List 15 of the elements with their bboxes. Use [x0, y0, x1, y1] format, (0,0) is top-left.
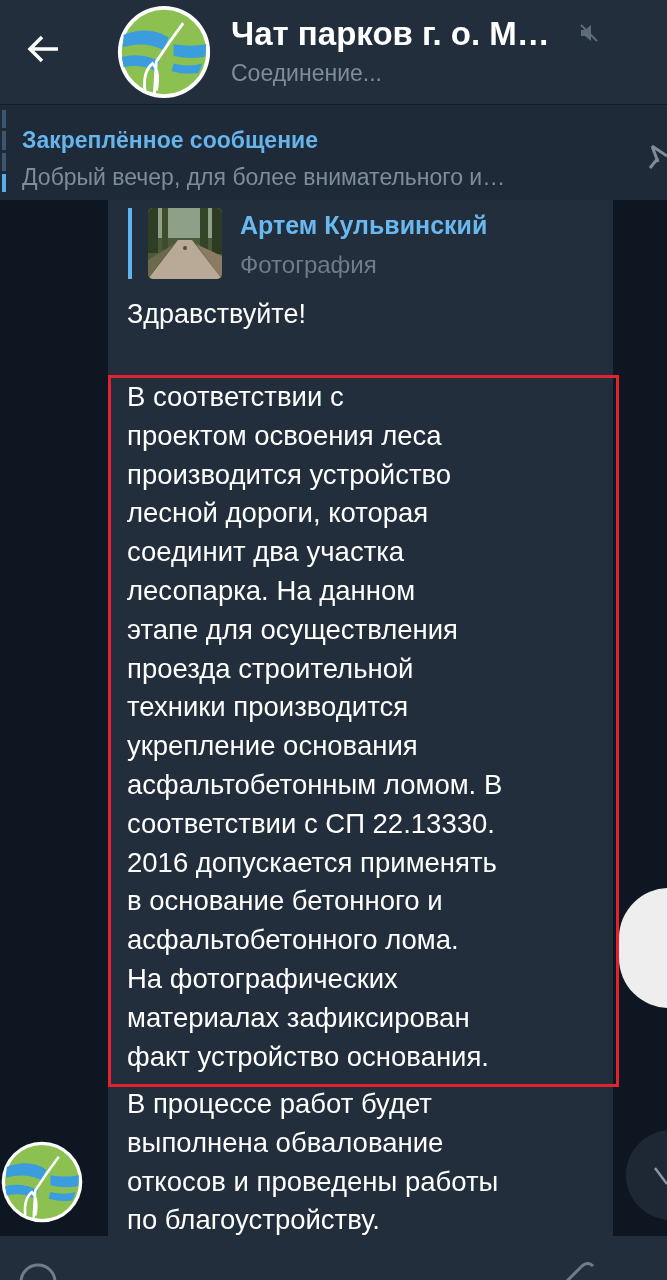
pinned-label: Закреплённое сообщение: [22, 126, 318, 155]
reply-kind: Фотография: [240, 250, 377, 280]
emoji-icon[interactable]: [18, 1262, 58, 1280]
chat-status: Соединение...: [231, 59, 382, 88]
greeting-text: Здравствуйте!: [127, 298, 306, 331]
chat-title: Чат парков г. о. М…: [231, 14, 550, 54]
reply-bar: [128, 208, 132, 279]
back-icon[interactable]: [26, 34, 60, 64]
reply-author: Артем Кульвинский: [240, 210, 488, 241]
message-text: В процессе работ будет выполнена обвалование откосов и проведены работы по благоустройству.: [127, 1087, 499, 1238]
sender-avatar[interactable]: [0, 1140, 84, 1224]
pinned-bar[interactable]: [0, 104, 667, 200]
group-avatar[interactable]: [116, 4, 212, 100]
pinned-text: Добрый вечер, для более внимательного и…: [22, 163, 506, 192]
message-text: В соответствии с проектом освоения леса производится устройство лесной дороги, которая соединит два участка лесопарка. На данном этапе для осуществления проезда строительной техники производится укрепление основания асфальтобетонным ломом. В соответствии с СП 22.13330. 2016 допускается применять в основание бетонного и асфальтобетонного лома. На фотографических материалах зафиксирован факт устройство основания.: [127, 380, 503, 1074]
